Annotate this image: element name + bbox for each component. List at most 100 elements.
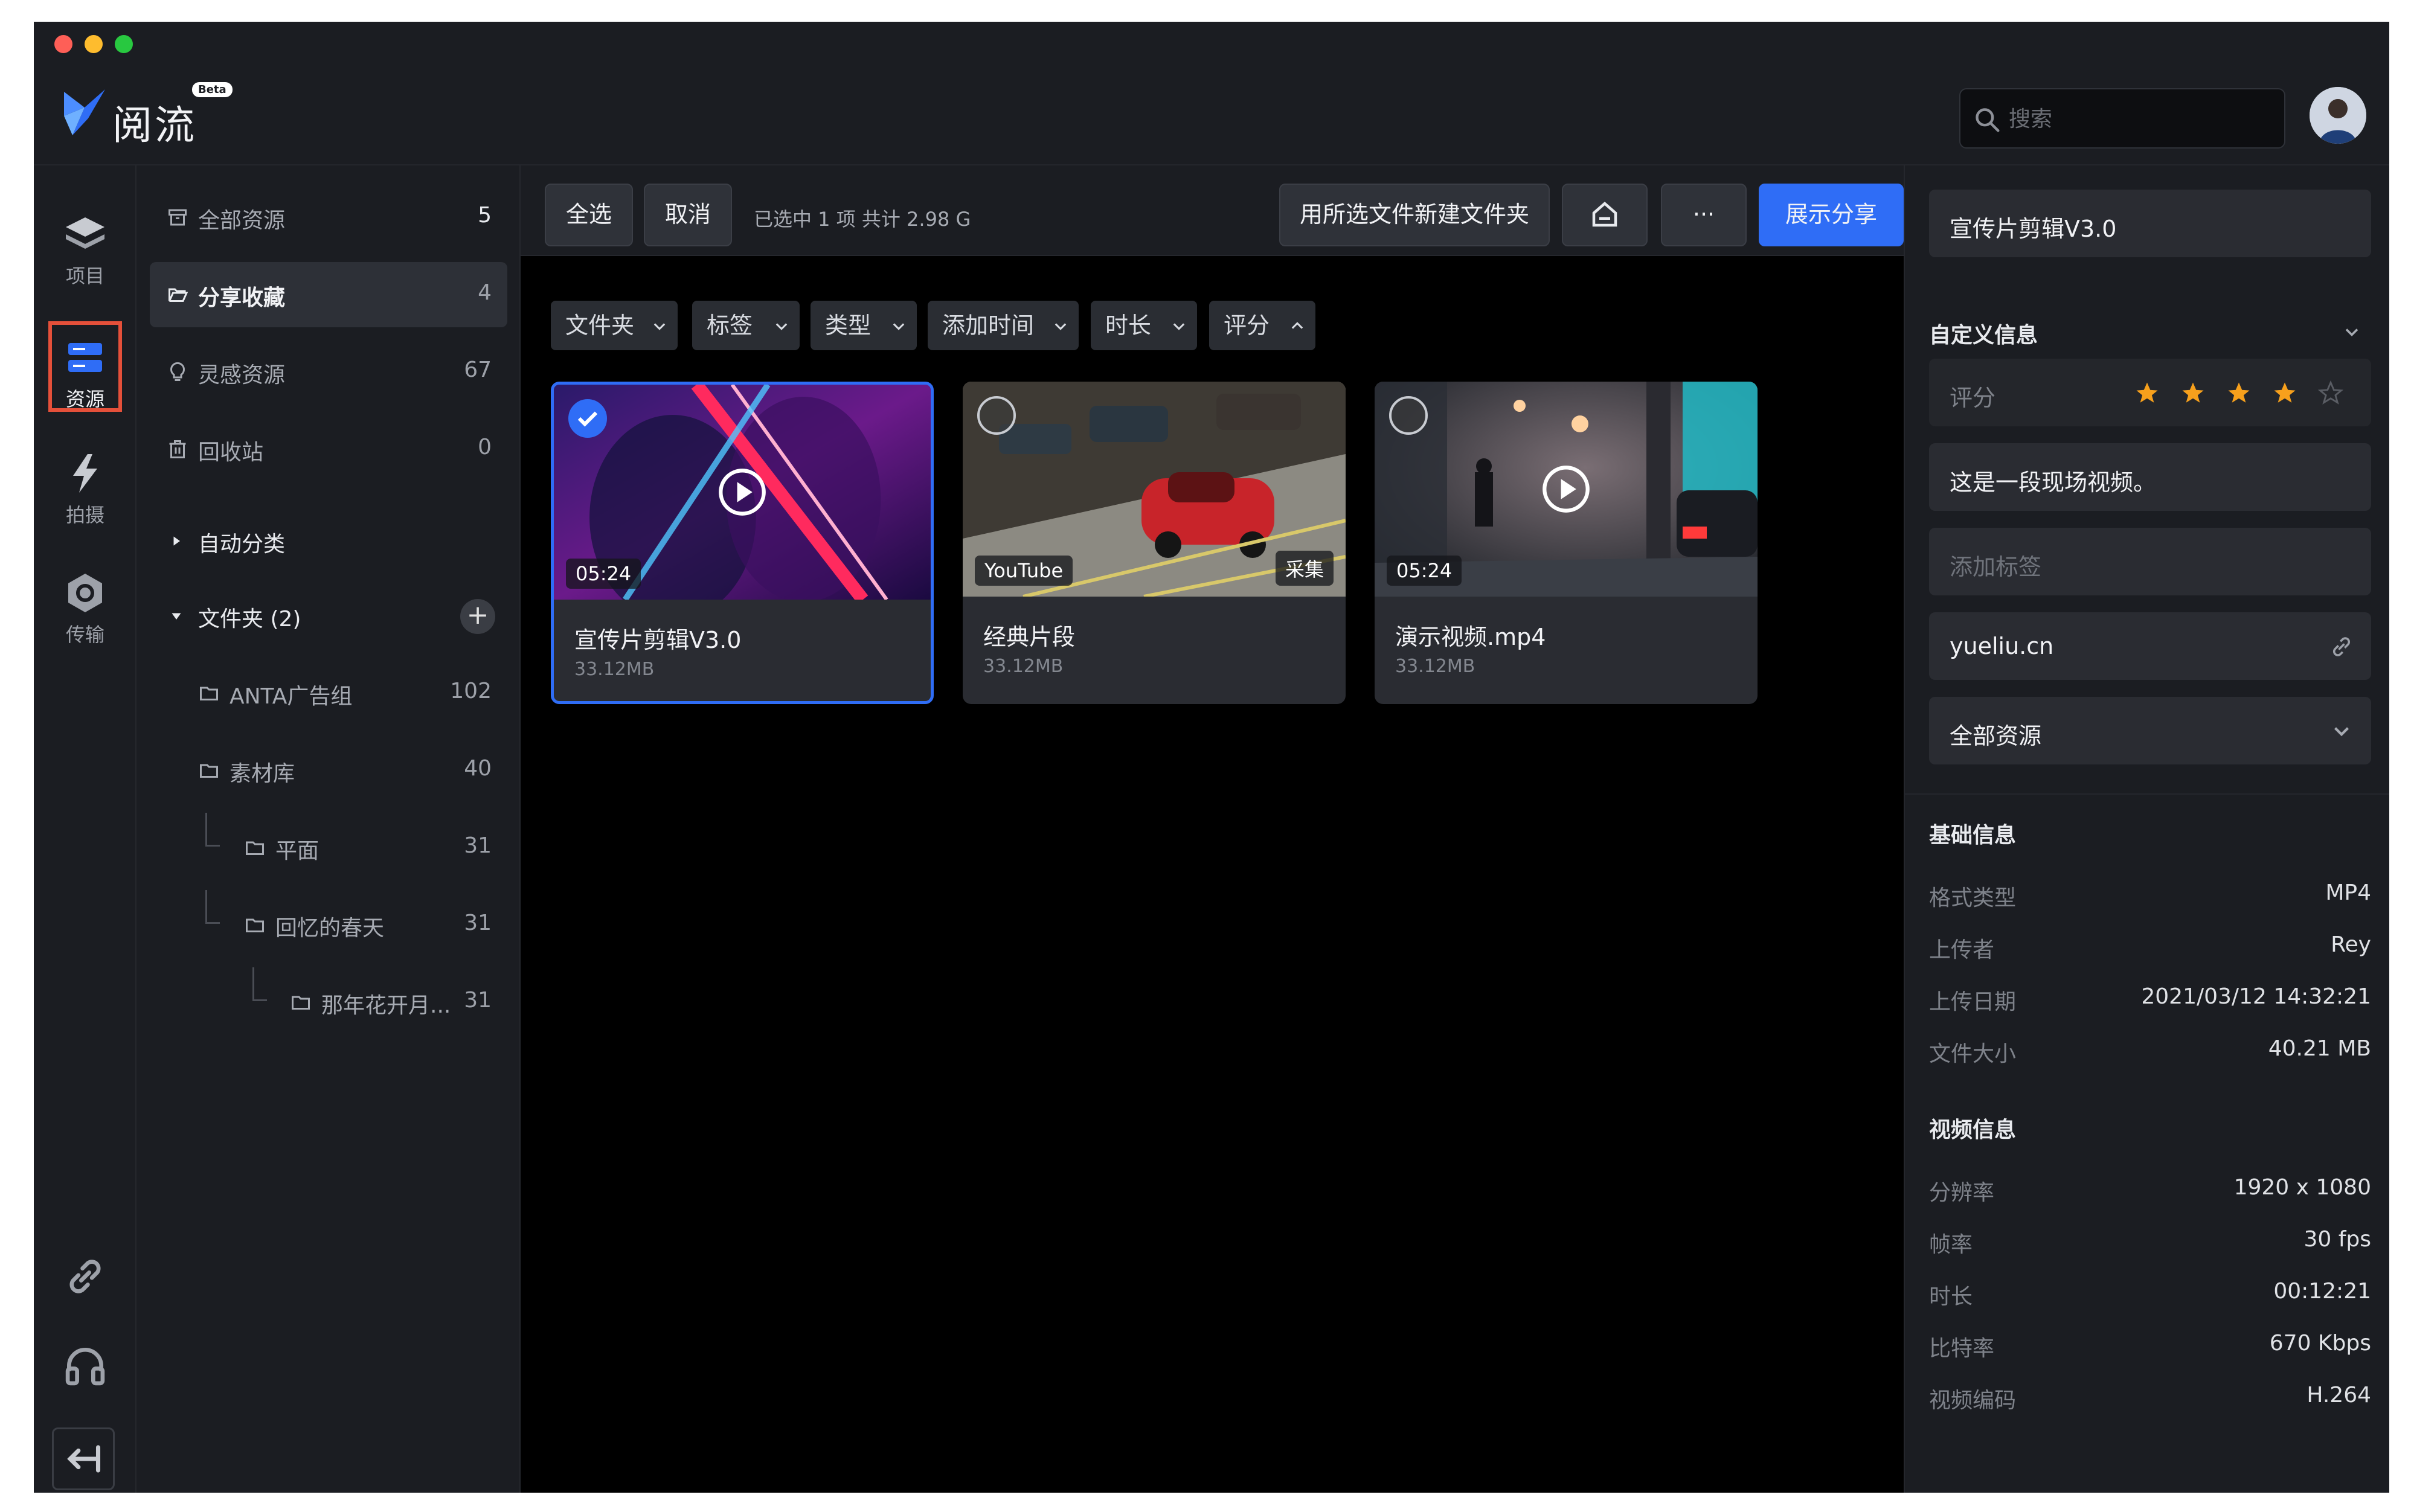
chevron-down-icon: [1055, 323, 1067, 330]
link-value: yueliu.cn: [1950, 633, 2054, 659]
filter-added-time[interactable]: 添加时间: [928, 301, 1079, 350]
nav-item-inspiration[interactable]: 灵感资源 67: [150, 339, 507, 405]
app-window: 阅流 Beta 项目: [34, 22, 2389, 1493]
section-title-text: 自定义信息: [1929, 323, 2038, 348]
selection-checkbox[interactable]: [568, 399, 607, 438]
search-box[interactable]: [1959, 88, 2285, 149]
filter-type[interactable]: 类型: [811, 301, 917, 350]
info-row-file-size: 文件大小 40.21 MB: [1929, 1036, 2371, 1072]
info-key: 时长: [1929, 1284, 1973, 1309]
folder-count: 31: [464, 911, 492, 935]
add-tag-placeholder: 添加标签: [1950, 554, 2042, 580]
folder-anta[interactable]: ANTA广告组 102: [150, 661, 507, 726]
asset-card[interactable]: 05:24 演示视频.mp4 33.12MB: [1375, 382, 1758, 704]
nav-item-count: 4: [478, 280, 492, 305]
selection-checkbox[interactable]: [977, 396, 1016, 435]
folder-label: 那年花开月...: [321, 993, 451, 1018]
caret-right-icon: [173, 536, 180, 546]
rail-item-transfer[interactable]: 传输: [48, 560, 122, 651]
star-filled-icon[interactable]: [2272, 380, 2297, 406]
custom-info-header[interactable]: 自定义信息: [1929, 318, 2358, 349]
search-icon: [1976, 108, 2000, 132]
asset-thumbnail: 05:24: [1375, 382, 1758, 597]
duration-badge: 05:24: [1387, 556, 1462, 586]
more-options-button[interactable]: ···: [1661, 184, 1747, 246]
window-maximize-button[interactable]: [115, 35, 133, 53]
rail-item-label: 拍摄: [65, 504, 104, 527]
beta-badge: Beta: [192, 82, 233, 97]
filter-label: 标签: [707, 312, 753, 339]
star-empty-icon[interactable]: [2318, 380, 2343, 406]
home-upload-icon: [1592, 202, 1617, 227]
star-filled-icon[interactable]: [2226, 380, 2252, 406]
folder-count: 31: [464, 833, 492, 858]
folder-icon: [246, 918, 264, 932]
lightning-icon: [73, 454, 97, 493]
headset-icon[interactable]: [61, 1342, 109, 1390]
play-icon[interactable]: [717, 467, 768, 517]
folder-flat[interactable]: 平面 31: [150, 813, 507, 880]
select-all-button[interactable]: 全选: [545, 184, 633, 246]
cancel-button[interactable]: 取消: [644, 184, 732, 246]
asset-card[interactable]: YouTube 采集 经典片段 33.12MB: [963, 382, 1346, 704]
nav-item-all-resources[interactable]: 全部资源 5: [150, 185, 507, 250]
search-input[interactable]: [2009, 100, 2275, 138]
rail-item-resources[interactable]: 资源: [48, 321, 122, 412]
link-field[interactable]: yueliu.cn: [1929, 612, 2371, 680]
play-icon[interactable]: [1541, 464, 1591, 514]
filter-duration[interactable]: 时长: [1091, 301, 1197, 350]
collected-badge: 采集: [1275, 551, 1334, 586]
asset-name-field[interactable]: 宣传片剪辑V3.0: [1929, 190, 2371, 257]
app-logo-icon: [64, 89, 105, 135]
info-value: 30 fps: [2303, 1227, 2371, 1252]
folder-label: 回忆的春天: [275, 916, 385, 941]
nav-item-shared-favorites[interactable]: 分享收藏 4: [150, 262, 507, 327]
link-icon[interactable]: [61, 1252, 109, 1301]
info-row-frame-rate: 帧率 30 fps: [1929, 1227, 2371, 1263]
share-showcase-button[interactable]: 展示分享: [1759, 184, 1904, 246]
rail-item-shoot[interactable]: 拍摄: [48, 441, 122, 531]
window-minimize-button[interactable]: [85, 35, 103, 53]
detail-panel: 宣传片剪辑V3.0 自定义信息 评分 这是一段现场视频。 添加标签 yueliu…: [1904, 165, 2389, 1493]
filter-rating[interactable]: 评分: [1209, 301, 1315, 350]
nav-item-trash[interactable]: 回收站 0: [150, 417, 507, 482]
rail-item-projects[interactable]: 项目: [48, 202, 122, 292]
filter-folder[interactable]: 文件夹: [551, 301, 678, 350]
asset-thumbnail: 05:24: [554, 385, 931, 600]
filter-label: 文件夹: [565, 312, 635, 339]
nav-folders-header[interactable]: 文件夹 (2) +: [150, 583, 507, 649]
resources-icon: [68, 343, 102, 372]
link-icon[interactable]: [2329, 634, 2354, 659]
chevron-up-icon: [1291, 322, 1303, 329]
rail-item-label: 传输: [65, 623, 104, 646]
info-key: 比特率: [1929, 1336, 1995, 1361]
folder-flowers-bloom[interactable]: 那年花开月... 31: [150, 967, 507, 1035]
info-value: Rey: [2331, 932, 2371, 957]
star-filled-icon[interactable]: [2134, 380, 2160, 406]
filter-tag[interactable]: 标签: [692, 301, 800, 350]
nav-item-label: 灵感资源: [198, 363, 286, 388]
check-icon: [577, 411, 598, 427]
filter-label: 时长: [1105, 312, 1152, 339]
filter-label: 添加时间: [942, 312, 1035, 339]
location-select[interactable]: 全部资源: [1929, 697, 2371, 764]
add-folder-button[interactable]: +: [460, 599, 495, 634]
nav-auto-classify[interactable]: 自动分类: [150, 508, 507, 574]
user-avatar[interactable]: [2310, 87, 2366, 144]
new-folder-from-selection-button[interactable]: 用所选文件新建文件夹: [1279, 184, 1550, 246]
move-to-home-button[interactable]: [1562, 184, 1648, 246]
resource-nav: 全部资源 5 分享收藏 4 灵感资源 67 回收站 0 自动分类 文件夹 (2)…: [138, 165, 521, 1493]
folder-icon: [246, 841, 264, 855]
star-filled-icon[interactable]: [2180, 380, 2206, 406]
video-info-header: 视频信息: [1929, 1118, 2017, 1142]
folder-spring-memories[interactable]: 回忆的春天 31: [150, 890, 507, 958]
nav-item-label: 回收站: [198, 440, 264, 465]
add-tag-field[interactable]: 添加标签: [1929, 528, 2371, 595]
window-close-button[interactable]: [54, 35, 72, 53]
selection-checkbox[interactable]: [1389, 396, 1428, 435]
folder-count: 102: [450, 679, 492, 703]
description-field[interactable]: 这是一段现场视频。: [1929, 443, 2371, 511]
asset-card[interactable]: 05:24 宣传片剪辑V3.0 33.12MB: [551, 382, 934, 704]
folder-material-library[interactable]: 素材库 40: [150, 738, 507, 803]
collapse-sidebar-button[interactable]: [52, 1427, 115, 1490]
